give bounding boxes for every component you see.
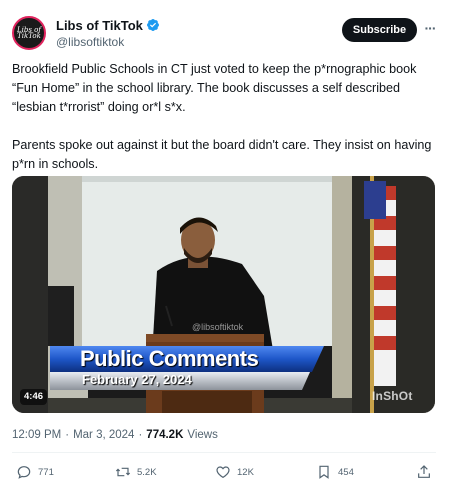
tweet-meta: 12:09 PM · Mar 3, 2024 · 774.2K Views [12, 429, 218, 441]
tweet-time[interactable]: 12:09 PM [12, 429, 61, 441]
video-player[interactable]: @libsoftiktok Public Comments February 2… [12, 176, 435, 413]
tweet-text: Brookfield Public Schools in CT just vot… [12, 60, 432, 193]
video-frame [12, 176, 435, 413]
avatar[interactable]: Libs of TikTok [12, 16, 46, 50]
action-bar: 771 5.2K 12K 454 [12, 462, 436, 482]
divider [12, 452, 436, 453]
bookmark-button[interactable]: 454 [316, 462, 354, 482]
tweet-paragraph-1: Brookfield Public Schools in CT just vot… [12, 62, 417, 114]
repost-count: 5.2K [137, 466, 157, 478]
more-icon[interactable]: ··· [422, 20, 438, 40]
heart-icon [216, 466, 230, 479]
handle[interactable]: @libsoftiktok [56, 35, 124, 49]
views-count: 774.2K [146, 429, 184, 441]
bookmark-count: 454 [338, 466, 354, 478]
verified-badge-icon [146, 19, 159, 31]
avatar-logo-text: Libs of TikTok [17, 26, 41, 40]
meta-separator: · [65, 429, 70, 441]
reply-button[interactable]: 771 [16, 462, 54, 482]
author-name-row: Libs of TikTok [56, 16, 160, 34]
tweet-paragraph-2: Parents spoke out against it but the boa… [12, 138, 432, 171]
tweet-header: Libs of TikTok Libs of TikTok @libsoftik… [12, 14, 438, 54]
share-button[interactable] [416, 462, 438, 482]
like-button[interactable]: 12K [215, 462, 254, 482]
tweet-date[interactable]: Mar 3, 2024 [73, 429, 134, 441]
repost-icon [115, 467, 131, 477]
display-name[interactable]: Libs of TikTok [56, 18, 143, 33]
subscribe-button[interactable]: Subscribe [342, 18, 417, 42]
views-label: Views [187, 429, 218, 441]
repost-button[interactable]: 5.2K [115, 462, 157, 482]
like-count: 12K [237, 466, 254, 478]
reply-count: 771 [38, 466, 54, 478]
lower-third-title: Public Comments [80, 346, 259, 371]
meta-separator-2: · [138, 429, 143, 441]
inshot-watermark: InShOt [372, 389, 413, 403]
reply-icon [17, 466, 31, 479]
video-watermark: @libsoftiktok [192, 322, 244, 332]
lower-third-date: February 27, 2024 [82, 372, 192, 387]
video-duration: 4:46 [20, 389, 48, 405]
share-icon [418, 465, 430, 478]
bookmark-icon [319, 465, 329, 479]
